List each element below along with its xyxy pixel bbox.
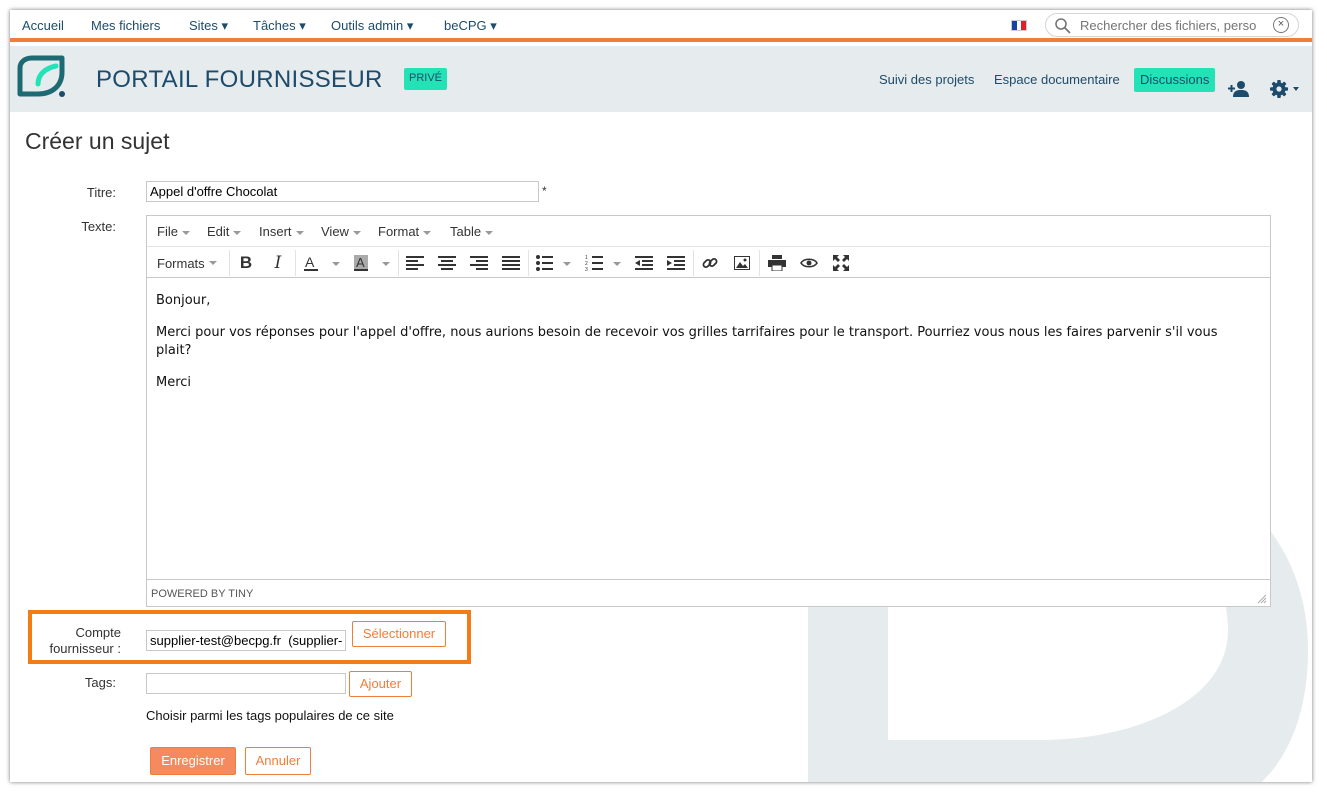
fullscreen-icon[interactable] — [830, 252, 852, 274]
add-tag-button[interactable]: Ajouter — [349, 671, 412, 697]
italic-icon[interactable]: I — [268, 252, 288, 274]
becpg-logo-icon[interactable] — [16, 54, 68, 100]
editor-paragraph: Merci pour vos réponses pour l'appel d'o… — [156, 325, 1218, 358]
tags-label: Tags: — [84, 675, 116, 690]
rich-text-editor[interactable]: File Edit Insert View Format Table Forma… — [146, 215, 1271, 607]
site-title: PORTAIL FOURNISSEUR — [96, 66, 383, 93]
powered-by-label[interactable]: POWERED BY TINY — [151, 588, 253, 600]
outdent-icon[interactable] — [634, 252, 654, 274]
numbered-list-icon[interactable]: 123 — [585, 252, 625, 274]
nav-admin-tools-menu[interactable]: Outils admin ▾ — [331, 18, 413, 34]
align-justify-icon[interactable] — [501, 252, 521, 274]
add-user-icon[interactable] — [1228, 80, 1250, 98]
save-button[interactable]: Enregistrer — [150, 747, 236, 775]
background-color-icon[interactable]: A — [352, 252, 392, 274]
menu-table[interactable]: Table — [450, 224, 494, 239]
editor-toolbar: Formats B I A A 123 — [147, 247, 1270, 278]
text-color-icon[interactable]: A — [302, 252, 342, 274]
bullet-list-icon[interactable] — [535, 252, 575, 274]
editor-statusbar: POWERED BY TINY — [147, 579, 1270, 607]
search-icon — [1055, 18, 1071, 34]
svg-text:3: 3 — [585, 267, 588, 271]
title-label: Titre: — [86, 185, 116, 200]
editor-menubar: File Edit Insert View Format Table — [147, 216, 1270, 247]
preview-icon[interactable] — [798, 252, 820, 274]
top-navigation-bar: Accueil Mes fichiers Sites ▾ Tâches ▾ Ou… — [10, 10, 1312, 42]
search-box[interactable]: × — [1045, 13, 1299, 37]
text-label: Texte: — [81, 219, 116, 234]
editor-paragraph: Bonjour, — [156, 293, 211, 308]
indent-icon[interactable] — [666, 252, 686, 274]
highlight-annotation — [28, 610, 471, 664]
menu-view[interactable]: View — [321, 224, 361, 239]
align-center-icon[interactable] — [437, 252, 457, 274]
required-marker: * — [542, 184, 547, 198]
title-input[interactable] — [146, 181, 539, 202]
nav-becpg-menu[interactable]: beCPG ▾ — [444, 18, 497, 34]
site-header: PORTAIL FOURNISSEUR PRIVÉ Suivi des proj… — [10, 46, 1312, 112]
language-flag-icon[interactable] — [1011, 20, 1027, 31]
svg-text:A: A — [356, 255, 365, 270]
link-icon[interactable] — [700, 252, 720, 274]
clear-search-icon[interactable]: × — [1273, 17, 1289, 33]
editor-paragraph: Merci — [156, 375, 192, 390]
gear-icon[interactable] — [1269, 79, 1301, 99]
nav-sites-menu[interactable]: Sites ▾ — [189, 18, 228, 34]
cancel-button[interactable]: Annuler — [245, 747, 311, 775]
nav-my-files[interactable]: Mes fichiers — [91, 18, 160, 33]
menu-format[interactable]: Format — [378, 224, 432, 239]
page-title: Créer un sujet — [25, 128, 170, 154]
nav-document-library[interactable]: Espace documentaire — [994, 72, 1120, 87]
nav-home[interactable]: Accueil — [22, 18, 64, 33]
formats-dropdown[interactable]: Formats — [157, 252, 217, 274]
resize-handle-icon[interactable] — [1257, 594, 1267, 604]
search-input[interactable] — [1080, 17, 1270, 34]
editor-content[interactable]: Bonjour, Merci pour vos réponses pour l'… — [156, 292, 1256, 406]
visibility-badge: PRIVÉ — [404, 68, 447, 90]
bold-icon[interactable]: B — [236, 252, 256, 274]
popular-tags-link[interactable]: Choisir parmi les tags populaires de ce … — [146, 708, 394, 723]
align-right-icon[interactable] — [469, 252, 489, 274]
align-left-icon[interactable] — [405, 252, 425, 274]
browser-frame: Accueil Mes fichiers Sites ▾ Tâches ▾ Ou… — [10, 10, 1312, 782]
tags-input[interactable] — [146, 673, 346, 694]
nav-discussions[interactable]: Discussions — [1134, 68, 1216, 92]
menu-insert[interactable]: Insert — [259, 224, 304, 239]
nav-tasks-menu[interactable]: Tâches ▾ — [253, 18, 306, 34]
menu-edit[interactable]: Edit — [207, 224, 242, 239]
print-icon[interactable] — [766, 252, 788, 274]
svg-text:A: A — [305, 254, 315, 270]
image-icon[interactable] — [732, 252, 752, 274]
nav-project-tracking[interactable]: Suivi des projets — [879, 72, 974, 87]
menu-file[interactable]: File — [157, 224, 190, 239]
